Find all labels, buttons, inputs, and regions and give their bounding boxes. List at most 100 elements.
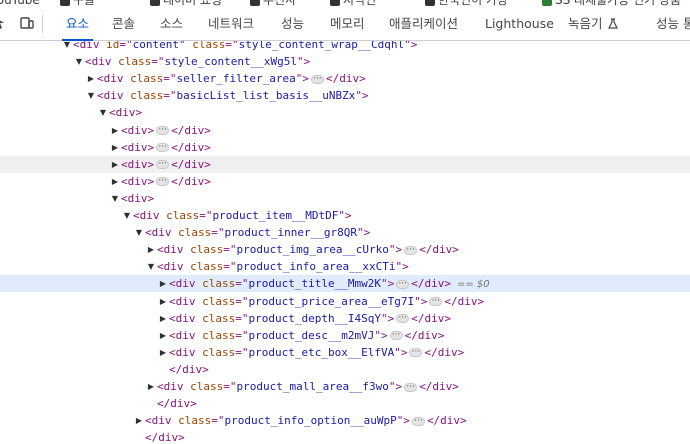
- caret-down-icon[interactable]: ▼: [134, 224, 144, 241]
- markup-attr: class: [130, 89, 164, 103]
- dom-node-markup: </div>: [169, 361, 209, 378]
- tab-label: 성능 통: [656, 16, 690, 31]
- markup-tag: </div>: [325, 72, 366, 86]
- markup-tag: ">: [296, 55, 311, 69]
- markup-tag: =": [151, 55, 165, 69]
- markup-tag: <div>: [121, 191, 155, 205]
- dom-node-row[interactable]: ▼ <div class="product_item__MDtDF">: [0, 207, 690, 224]
- dom-node-row[interactable]: ▶ <div class="product_mall_area__f3wo"> ··…: [0, 378, 690, 395]
- dom-node-row[interactable]: ▶ <div class="product_etc_box__ElfVA"> ···…: [0, 344, 690, 361]
- tab-item-1[interactable]: 콘솔: [112, 7, 135, 40]
- bookmark-item[interactable]: 네이버 쇼핑: [150, 0, 222, 7]
- tab-item-2[interactable]: 소스: [160, 7, 183, 40]
- dom-node-row[interactable]: ▶ <div class="product_depth__I4SqY"> ··· </…: [0, 310, 690, 327]
- inspect-cursor-icon[interactable]: [0, 16, 8, 30]
- tab-lighthouse[interactable]: Lighthouse: [485, 7, 554, 40]
- bookmark-label: 지식인: [343, 0, 377, 7]
- tab-item-5[interactable]: 메모리: [330, 7, 365, 40]
- dom-node-row[interactable]: ▶ <div> ··· </div>: [0, 139, 690, 156]
- markup-tag: <div: [97, 89, 131, 103]
- caret-down-icon[interactable]: ▼: [110, 190, 120, 207]
- dom-node-markup: <div>: [121, 190, 154, 207]
- collapsed-children-ellipsis[interactable]: ···: [429, 297, 443, 306]
- dom-node-row[interactable]: ▶ <div> ··· </div>: [0, 155, 690, 173]
- caret-down-icon[interactable]: ▼: [122, 207, 132, 224]
- bookmark-item[interactable]: 한국인이 가장: [425, 0, 508, 7]
- collapsed-children-ellipsis[interactable]: ···: [156, 160, 170, 170]
- caret-down-icon[interactable]: ▼: [98, 104, 108, 121]
- caret-right-icon[interactable]: ▶: [158, 344, 168, 361]
- markup-tag: ">: [356, 226, 371, 240]
- collapsed-children-ellipsis[interactable]: ···: [404, 382, 418, 392]
- caret-right-icon[interactable]: ▶: [158, 310, 168, 327]
- markup-tag: <div: [157, 243, 191, 257]
- dom-node-row[interactable]: ▶ <div class="product_info_option__auWpP"…: [0, 412, 690, 429]
- dom-node-row[interactable]: </div>: [0, 429, 690, 444]
- dom-node-row[interactable]: ▼ <div id="content" class="style_content_…: [0, 41, 690, 53]
- elements-tree[interactable]: ▼ <div id="content" class="style_content_…: [0, 41, 690, 444]
- tab-item-9[interactable]: 성능 통: [656, 7, 690, 40]
- markup-tag: </div>: [419, 243, 459, 257]
- dom-node-row[interactable]: ▶ <div class="product_desc__m2mVJ"> ··· </d…: [0, 327, 690, 344]
- caret-right-icon[interactable]: ▶: [146, 378, 156, 395]
- collapsed-children-ellipsis[interactable]: ···: [396, 314, 410, 324]
- markup-tag: ">: [374, 328, 388, 342]
- dom-node-row[interactable]: ▶ <div> ··· </div>: [0, 173, 690, 190]
- markup-tag: =": [223, 380, 237, 393]
- bookmark-item[interactable]: 지식인: [330, 0, 376, 7]
- tab-item-8[interactable]: 녹음기: [568, 7, 618, 40]
- markup-tag: <div: [169, 294, 203, 308]
- markup-tag: </div>: [411, 277, 451, 291]
- markup-val: product_info_area__xxCTi: [236, 260, 396, 274]
- caret-right-icon[interactable]: ▶: [134, 412, 144, 429]
- collapsed-children-ellipsis[interactable]: ···: [156, 177, 170, 187]
- dom-node-row[interactable]: ▼ <div class="style_content__xWg5l">: [0, 53, 690, 70]
- bookmark-item[interactable]: YouTube: [0, 0, 40, 7]
- dom-node-row[interactable]: ▼ <div>: [0, 190, 690, 207]
- caret-right-icon[interactable]: ▶: [110, 173, 120, 190]
- markup-val: product_item__MDtDF: [212, 209, 339, 222]
- dom-node-row[interactable]: ▶ <div class="product_title__Mmw2K"> ··· </…: [0, 275, 690, 293]
- caret-down-icon[interactable]: ▼: [146, 258, 156, 275]
- tab-item-6[interactable]: 애플리케이션: [389, 7, 458, 40]
- dom-node-row[interactable]: ▼ <div>: [0, 104, 690, 121]
- device-toggle-icon[interactable]: [20, 16, 34, 30]
- dom-node-row[interactable]: </div>: [0, 361, 690, 378]
- caret-right-icon[interactable]: ▶: [110, 139, 120, 156]
- caret-right-icon[interactable]: ▶: [86, 70, 96, 87]
- dom-node-row[interactable]: ▶ <div> ··· </div>: [0, 122, 690, 139]
- caret-down-icon[interactable]: ▼: [74, 53, 84, 70]
- caret-right-icon[interactable]: ▶: [158, 293, 168, 310]
- bookmark-favicon-icon: [150, 0, 160, 6]
- caret-down-icon[interactable]: ▼: [62, 41, 72, 53]
- tab-item-4[interactable]: 성능: [281, 7, 304, 40]
- caret-right-icon[interactable]: ▶: [158, 275, 168, 292]
- dom-node-row[interactable]: ▶ <div class="product_img_area__cUrko"> ··…: [0, 241, 690, 258]
- collapsed-children-ellipsis[interactable]: ···: [396, 279, 410, 289]
- collapsed-children-ellipsis[interactable]: ···: [409, 348, 423, 358]
- collapsed-children-ellipsis[interactable]: ···: [156, 143, 170, 153]
- dom-node-row[interactable]: ▼ <div class="product_info_area__xxCTi">: [0, 258, 690, 275]
- bookmark-item[interactable]: SS 대체불가능 인기 상품: [542, 0, 681, 7]
- dom-node-row[interactable]: ▶ <div class="seller_filter_area"> ··· </di…: [0, 70, 690, 87]
- bookmark-item[interactable]: 구글: [60, 0, 95, 7]
- collapsed-children-ellipsis[interactable]: ···: [310, 74, 324, 84]
- collapsed-children-ellipsis[interactable]: ···: [156, 126, 170, 135]
- tab-item-3[interactable]: 네트워크: [208, 7, 254, 40]
- dom-node-row[interactable]: ▶ <div class="product_price_area__eTg7I">…: [0, 293, 690, 310]
- caret-down-icon[interactable]: ▼: [86, 87, 96, 104]
- caret-right-icon[interactable]: ▶: [110, 122, 120, 139]
- dom-node-markup: <div> ··· </div>: [121, 139, 211, 156]
- dom-node-row[interactable]: </div>: [0, 395, 690, 412]
- dom-node-row[interactable]: ▼ <div class="basicList_list_basis__uNBZx…: [0, 87, 690, 104]
- collapsed-children-ellipsis[interactable]: ···: [389, 331, 403, 341]
- caret-right-icon[interactable]: ▶: [110, 156, 120, 173]
- markup-attr: class: [190, 243, 224, 257]
- dom-node-row[interactable]: ▼ <div class="product_inner__gr8QR">: [0, 224, 690, 241]
- caret-right-icon[interactable]: ▶: [146, 241, 156, 258]
- bookmark-item[interactable]: 무신사: [250, 0, 296, 7]
- tab-item-0[interactable]: 요소: [61, 7, 94, 41]
- caret-right-icon[interactable]: ▶: [158, 327, 168, 344]
- collapsed-children-ellipsis[interactable]: ···: [404, 245, 418, 255]
- collapsed-children-ellipsis[interactable]: ···: [411, 416, 425, 426]
